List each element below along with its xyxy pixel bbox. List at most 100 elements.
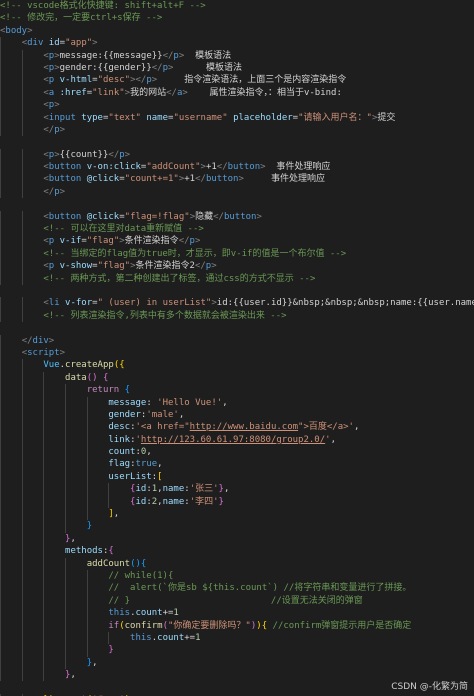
code-line[interactable]: methods:{ [0, 545, 474, 558]
code-line[interactable]: <button @click="count+=1">+1</button> 事件… [0, 173, 474, 186]
code-line[interactable]: <p>gender:{{gender}}</p> 模板语法 [0, 61, 474, 75]
code-line[interactable]: </p> [0, 185, 474, 199]
code-line[interactable]: <div id="app"> [0, 37, 474, 50]
indent-guide [0, 669, 1, 682]
indent-guide [21, 111, 23, 124]
code-line[interactable] [0, 322, 474, 334]
indent-guide [21, 223, 23, 236]
code-line[interactable]: this.count+=1 [0, 607, 474, 620]
code-line[interactable]: {id:1,name:'张三'}, [0, 483, 474, 496]
code-line[interactable]: {id:2,name:'李四'} [0, 495, 474, 509]
indent-guide [0, 173, 1, 186]
indent-guide [65, 384, 67, 397]
code-token: //confirm弹窗提示用户是否确定 [272, 620, 412, 631]
code-token: "desc" [97, 75, 131, 86]
code-line[interactable]: flag:true, [0, 458, 474, 471]
code-line[interactable]: } [0, 520, 474, 533]
code-line[interactable]: <!-- 修改完，一定要ctrl+s保存 --> [0, 12, 474, 24]
code-line[interactable]: <button v-on:click="addCount">+1</button… [0, 161, 474, 174]
code-line[interactable]: <button @click="flag=!flag">隐藏</button> [0, 210, 474, 224]
code-token: </ [178, 236, 190, 247]
code-line[interactable]: // alert(`你是sb ${this.count`) //将字符串和变量进… [0, 582, 474, 595]
code-token: </ [194, 261, 206, 272]
code-line[interactable]: }, [0, 532, 474, 546]
code-line[interactable]: // while(1){ [0, 569, 474, 583]
code-line[interactable]: </p> [0, 123, 474, 137]
code-line[interactable]: gender:'male', [0, 408, 474, 422]
code-line[interactable]: <li v-for=" (user) in userList">id:{{use… [0, 297, 474, 310]
code-line[interactable]: Vue.createApp({ [0, 359, 474, 372]
code-token: // while(1){ [108, 570, 174, 581]
code-token: count [108, 447, 136, 458]
indent-guide [65, 607, 67, 620]
indent-guide [0, 569, 1, 583]
code-line[interactable]: link:'http://123.60.61.97:8080/group2.0/… [0, 433, 474, 447]
code-line[interactable] [0, 136, 474, 148]
code-token: "username" [173, 112, 228, 123]
indent-guide [0, 532, 1, 546]
code-token: "flag" [86, 236, 120, 247]
indent-guide [21, 86, 23, 100]
indent-guide [0, 495, 1, 509]
code-line[interactable] [0, 285, 474, 297]
indent-guide [21, 297, 23, 310]
code-line[interactable]: <p v-html="desc"></p> 指令渲染语法，上面三个是内容渲染指令 [0, 74, 474, 87]
code-line[interactable]: <a :href="link">我的网站</a> 属性渲染指令，：相当于v-bi… [0, 86, 474, 100]
code-line[interactable]: <!-- 当绑定的flag值为true时，才显示，即v-if的值是一个布尔值 -… [0, 247, 474, 261]
code-line[interactable]: <!-- 可以在这里对data重新赋值 --> [0, 223, 474, 236]
indent-guide [43, 433, 45, 447]
indent-guide [0, 247, 1, 261]
code-line[interactable]: </div> [0, 334, 474, 347]
code-line[interactable] [0, 198, 474, 210]
indent-guide [21, 607, 23, 620]
code-line[interactable]: <!-- 两种方式，第二种创建出了标签，通过css的方式不显示 --> [0, 272, 474, 285]
code-token: id [48, 38, 60, 49]
code-line[interactable]: <!-- 列表渲染指令,列表中有多个数据就会被渲染出来 --> [0, 309, 474, 323]
code-line[interactable]: <input type="text" name="username" place… [0, 111, 474, 124]
indent-guide [65, 508, 67, 521]
code-line[interactable]: <p>message:{{message}}</p> 模板语法 [0, 49, 474, 62]
indent-guide [108, 483, 110, 496]
indent-guide [0, 61, 1, 75]
code-line[interactable]: message: 'Hello Vue!', [0, 396, 474, 409]
code-token: // alert(`你是sb ${this.count`) //将字符串和变量进… [108, 583, 412, 594]
indent-guide [43, 619, 45, 632]
code-token: > [124, 149, 131, 160]
code-line[interactable]: count:0, [0, 446, 474, 459]
indent-guide [21, 582, 23, 595]
code-token: , [146, 447, 152, 458]
code-line[interactable]: addCount(){ [0, 557, 474, 570]
code-line[interactable]: <p> [0, 99, 474, 112]
code-line[interactable]: <script> [0, 346, 474, 360]
code-line[interactable]: }, [0, 656, 474, 670]
code-token: </ [43, 186, 55, 197]
indent-guide [21, 185, 23, 199]
code-line[interactable]: this.count+=1 [0, 631, 474, 645]
code-line[interactable]: // } //设置无法关闭的弹窗 [0, 594, 474, 608]
indent-guide [0, 631, 1, 645]
code-token: 1 [195, 632, 201, 643]
indent-guide [43, 495, 45, 509]
code-token: "text" [108, 112, 141, 123]
code-token: , [157, 459, 163, 470]
code-line[interactable]: userList:[ [0, 470, 474, 484]
code-line[interactable]: if(confirm("你确定要删除吗？")){ //confirm弹窗提示用户… [0, 619, 474, 632]
code-line[interactable]: <p v-show="flag">条件渲染指令2</p> [0, 260, 474, 273]
indent-guide [21, 74, 23, 87]
code-line[interactable]: return { [0, 384, 474, 397]
code-token: (){ [130, 558, 147, 569]
code-line[interactable]: ], [0, 508, 474, 521]
code-line[interactable]: <p>{{count}}</p> [0, 148, 474, 162]
code-editor[interactable]: <!-- vscode格式化快捷键: shift+alt+F --> <!-- 修… [0, 0, 474, 696]
code-line[interactable]: data() { [0, 371, 474, 385]
code-line[interactable]: <!-- vscode格式化快捷键: shift+alt+F --> [0, 0, 474, 12]
code-line[interactable]: } [0, 644, 474, 657]
code-line[interactable]: <p v-if="flag">条件渲染指令</p> [0, 235, 474, 248]
indent-guide [65, 396, 67, 409]
code-line[interactable]: desc:'<a href="http://www.baidu.com">百度<… [0, 421, 474, 434]
code-line[interactable]: <body> [0, 25, 474, 37]
indent-guide [21, 272, 23, 285]
